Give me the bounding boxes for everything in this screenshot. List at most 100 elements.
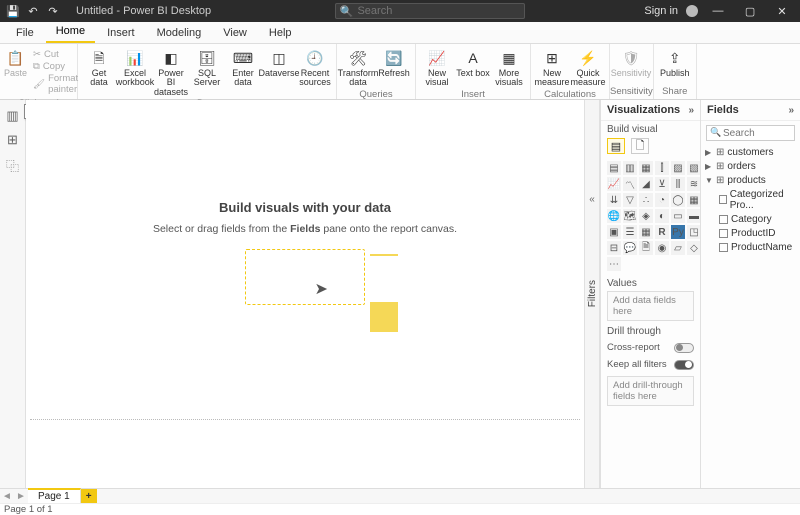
maximize-button[interactable]: ▢	[738, 5, 762, 18]
gauge-icon[interactable]: ◐	[655, 209, 669, 223]
checkbox[interactable]	[719, 215, 728, 224]
tab-insert[interactable]: Insert	[97, 24, 145, 43]
cross-report-toggle[interactable]	[674, 343, 694, 353]
publish-icon: ⇪	[666, 49, 684, 67]
global-search-input[interactable]	[357, 5, 519, 17]
card-icon[interactable]: ▭	[671, 209, 685, 223]
avatar[interactable]	[686, 5, 698, 17]
global-search[interactable]: 🔍	[335, 3, 525, 19]
collapse-viz-icon[interactable]: »	[688, 105, 694, 116]
waterfall-icon[interactable]: ⇊	[607, 193, 621, 207]
pbi-datasets-button[interactable]: ◧Power BI datasets	[154, 47, 188, 97]
more-visuals-button[interactable]: ▦More visuals	[492, 47, 526, 88]
drill-well[interactable]: Add drill-through fields here	[607, 376, 694, 406]
clustered-bar-icon[interactable]: ▦	[639, 161, 653, 175]
r-visual-icon[interactable]: R	[655, 225, 669, 239]
pie-icon[interactable]: ◔	[655, 193, 669, 207]
100-bar-icon[interactable]: ▨	[671, 161, 685, 175]
field-productid[interactable]: ProductID	[719, 226, 796, 240]
tab-file[interactable]: File	[6, 24, 44, 43]
clustered-column-icon[interactable]: ⫿	[655, 161, 669, 175]
filters-pane-collapsed[interactable]: Filters	[584, 100, 600, 488]
recent-sources-button[interactable]: 🕘Recent sources	[298, 47, 332, 88]
excel-button[interactable]: 📊Excel workbook	[118, 47, 152, 88]
data-view-icon[interactable]: ⊞	[7, 132, 18, 148]
checkbox[interactable]	[719, 229, 728, 238]
py-visual-icon[interactable]: Py	[671, 225, 685, 239]
transform-data-button[interactable]: 🛠Transform data	[341, 47, 375, 88]
model-view-icon[interactable]: ⿻	[6, 156, 19, 175]
field-category[interactable]: Category	[719, 212, 796, 226]
multi-card-icon[interactable]: ▬	[687, 209, 701, 223]
page-tab-1[interactable]: Page 1	[28, 488, 81, 503]
qa-icon[interactable]: 💬	[623, 241, 637, 255]
tab-view[interactable]: View	[213, 24, 257, 43]
stacked-column-icon[interactable]: ▥	[623, 161, 637, 175]
line-chart-icon[interactable]: 📈	[607, 177, 621, 191]
signin-link[interactable]: Sign in	[644, 5, 678, 17]
collapse-fields-icon[interactable]: »	[788, 105, 794, 116]
add-page-button[interactable]: +	[81, 489, 97, 503]
tab-modeling[interactable]: Modeling	[147, 24, 212, 43]
redo-icon[interactable]: ↷	[46, 4, 60, 18]
paginated-icon[interactable]: ▱	[671, 241, 685, 255]
narrative-icon[interactable]: 🗎	[639, 241, 653, 255]
stacked-bar-icon[interactable]: ▤	[607, 161, 621, 175]
area-chart-icon[interactable]: 〽	[623, 177, 637, 191]
kpi-icon[interactable]: ▣	[607, 225, 621, 239]
enter-data-button[interactable]: ⌨Enter data	[226, 47, 260, 88]
new-measure-button[interactable]: ⊞New measure	[535, 47, 569, 88]
100-column-icon[interactable]: ▧	[687, 161, 701, 175]
values-well[interactable]: Add data fields here	[607, 291, 694, 321]
donut-icon[interactable]: ◯	[671, 193, 685, 207]
prev-page-button[interactable]: ◄	[0, 489, 14, 503]
fields-search-input[interactable]	[706, 125, 795, 141]
format-visual-tab[interactable]: 🗋	[631, 138, 649, 154]
close-button[interactable]: ✕	[770, 5, 794, 18]
save-icon[interactable]: 💾	[6, 4, 20, 18]
key-influencers-icon[interactable]: ◳	[687, 225, 701, 239]
next-page-button[interactable]: ►	[14, 489, 28, 503]
refresh-button[interactable]: 🔄Refresh	[377, 47, 411, 78]
table-icon[interactable]: ▦	[639, 225, 653, 239]
line-column-icon[interactable]: ⊻	[655, 177, 669, 191]
line-clustered-icon[interactable]: ⫼	[671, 177, 685, 191]
ribbon-chart-icon[interactable]: ≋	[687, 177, 701, 191]
checkbox[interactable]	[719, 243, 728, 252]
publish-button[interactable]: ⇪Publish	[658, 47, 692, 78]
quick-measure-button[interactable]: ⚡Quick measure	[571, 47, 605, 88]
powerapps-icon[interactable]: ◇	[687, 241, 701, 255]
build-visual-tab[interactable]: ▤	[607, 138, 625, 154]
recent-icon: 🕘	[306, 49, 324, 67]
azure-map-icon[interactable]: ◈	[639, 209, 653, 223]
scatter-icon[interactable]: ∴	[639, 193, 653, 207]
treemap-icon[interactable]: ▦	[687, 193, 701, 207]
decomp-tree-icon[interactable]: ⊟	[607, 241, 621, 255]
viz-gallery: ▤▥▦⫿▨▧ 📈〽◢⊻⫼≋ ⇊▽∴◔◯▦ 🌐🗺◈◐▭▬ ▣☰▦RPy◳ ⊟💬🗎◉…	[601, 159, 700, 273]
get-data-button[interactable]: 🗎Get data	[82, 47, 116, 88]
new-visual-button[interactable]: 📈New visual	[420, 47, 454, 88]
slicer-icon[interactable]: ☰	[623, 225, 637, 239]
field-categorized[interactable]: Categorized Pro...	[719, 187, 796, 212]
keep-filters-toggle[interactable]	[674, 360, 694, 370]
minimize-button[interactable]: —	[706, 5, 730, 17]
checkbox[interactable]	[719, 195, 727, 204]
stacked-area-icon[interactable]: ◢	[639, 177, 653, 191]
text-box-button[interactable]: AText box	[456, 47, 490, 78]
field-productname[interactable]: ProductName	[719, 240, 796, 254]
tab-help[interactable]: Help	[259, 24, 302, 43]
tab-home[interactable]: Home	[46, 22, 95, 43]
table-customers[interactable]: ▶⊞customers	[705, 145, 796, 159]
funnel-icon[interactable]: ▽	[623, 193, 637, 207]
dataverse-button[interactable]: ◫Dataverse	[262, 47, 296, 78]
report-canvas[interactable]: Build visuals with your data Select or d…	[26, 100, 584, 488]
sql-button[interactable]: 🗄SQL Server	[190, 47, 224, 88]
table-orders[interactable]: ▶⊞orders	[705, 159, 796, 173]
report-view-icon[interactable]: ▥	[6, 108, 18, 124]
more-visuals-icon[interactable]: ⋯	[607, 257, 621, 271]
map-icon[interactable]: 🌐	[607, 209, 621, 223]
goals-icon[interactable]: ◉	[655, 241, 669, 255]
filled-map-icon[interactable]: 🗺	[623, 209, 637, 223]
undo-icon[interactable]: ↶	[26, 4, 40, 18]
table-products[interactable]: ▼⊞products	[705, 173, 796, 187]
